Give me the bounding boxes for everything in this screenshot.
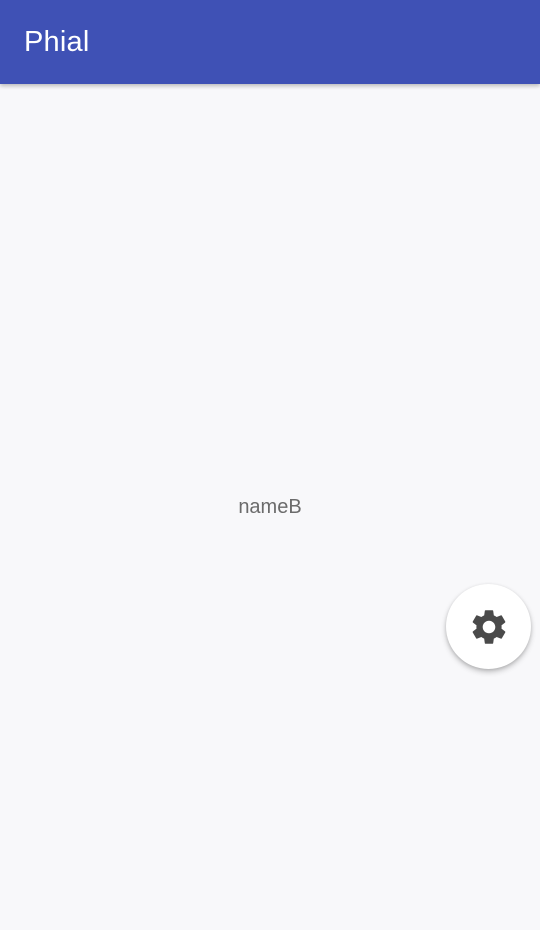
- main-content: nameB: [0, 84, 540, 930]
- gear-icon: [468, 606, 510, 648]
- app-bar: Phial: [0, 0, 540, 84]
- settings-fab-button[interactable]: [446, 584, 531, 669]
- app-title: Phial: [24, 25, 90, 58]
- center-label: nameB: [238, 496, 302, 518]
- app-screen: Phial nameB: [0, 0, 540, 930]
